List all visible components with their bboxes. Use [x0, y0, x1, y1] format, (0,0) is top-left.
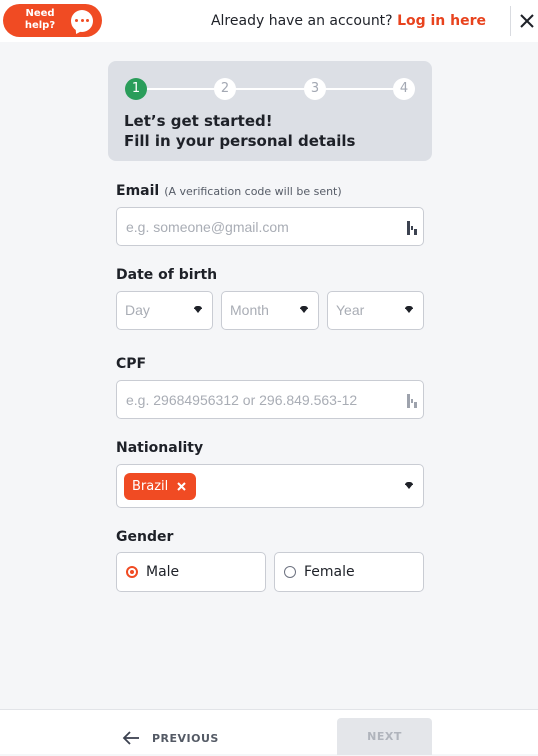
email-label: Email (A verification code will be sent): [116, 182, 342, 201]
cpf-input[interactable]: [126, 381, 392, 418]
day-select[interactable]: Day: [116, 291, 213, 330]
gender-option-male[interactable]: Male: [116, 552, 266, 592]
nationality-select[interactable]: Brazil: [116, 464, 424, 508]
caret-down-icon: [194, 306, 202, 313]
caret-down-icon: [405, 306, 413, 313]
close-button[interactable]: [516, 10, 538, 32]
year-select[interactable]: Year: [327, 291, 424, 330]
stepper-title: Let’s get started!: [124, 112, 273, 130]
caret-down-icon: [405, 482, 413, 489]
top-bar: Need help? Already have an account? Log …: [0, 0, 538, 42]
email-field-box: [116, 207, 424, 246]
login-link[interactable]: Log in here: [397, 13, 486, 29]
close-icon[interactable]: [176, 481, 187, 492]
stepper-subtitle: Fill in your personal details: [124, 132, 356, 150]
gender-option-female[interactable]: Female: [274, 552, 424, 592]
caret-down-icon: [300, 306, 308, 313]
step-4: 4: [393, 78, 415, 100]
autofill-key-icon[interactable]: [406, 393, 418, 409]
previous-button[interactable]: PREVIOUS: [122, 728, 219, 748]
next-button[interactable]: NEXT: [337, 718, 432, 755]
stepper-line: [136, 88, 404, 90]
gender-label: Gender: [116, 529, 174, 545]
month-placeholder: Month: [230, 302, 269, 318]
previous-label: PREVIOUS: [152, 731, 219, 745]
nationality-label: Nationality: [116, 440, 204, 456]
nationality-tag-label: Brazil: [132, 479, 169, 494]
nationality-tag: Brazil: [124, 473, 197, 500]
gender-option-label: Male: [146, 564, 180, 580]
autofill-key-icon[interactable]: [406, 220, 418, 236]
header-divider: [510, 6, 511, 36]
footer-bar: PREVIOUS NEXT: [0, 709, 538, 755]
need-help-label-line-1: Need: [25, 8, 55, 19]
login-prompt: Already have an account? Log in here: [211, 12, 486, 30]
radio-unchecked-icon: [284, 566, 296, 578]
radio-checked-icon: [126, 566, 138, 578]
account-prompt-text: Already have an account?: [210, 13, 393, 29]
gender-option-label: Female: [304, 564, 355, 580]
month-select[interactable]: Month: [221, 291, 319, 330]
cpf-field-box: [116, 380, 424, 419]
email-hint: (A verification code will be sent): [164, 185, 342, 198]
step-3: 3: [304, 78, 326, 100]
close-icon: [520, 14, 534, 28]
step-1: 1: [125, 78, 147, 100]
arrow-left-icon: [122, 731, 139, 745]
dob-label: Date of birth: [116, 267, 218, 283]
chat-bubble-icon: [71, 10, 93, 32]
email-label-text: Email: [116, 183, 160, 199]
day-placeholder: Day: [125, 302, 150, 318]
step-2: 2: [214, 78, 236, 100]
cpf-label: CPF: [116, 356, 147, 372]
progress-stepper: 1 2 3 4 Let’s get started! Fill in your …: [108, 61, 432, 161]
email-input[interactable]: [126, 208, 392, 245]
need-help-label-line-2: help?: [24, 20, 56, 31]
need-help-label: Need help?: [17, 8, 63, 32]
year-placeholder: Year: [336, 302, 365, 318]
need-help-button[interactable]: Need help?: [3, 4, 102, 37]
